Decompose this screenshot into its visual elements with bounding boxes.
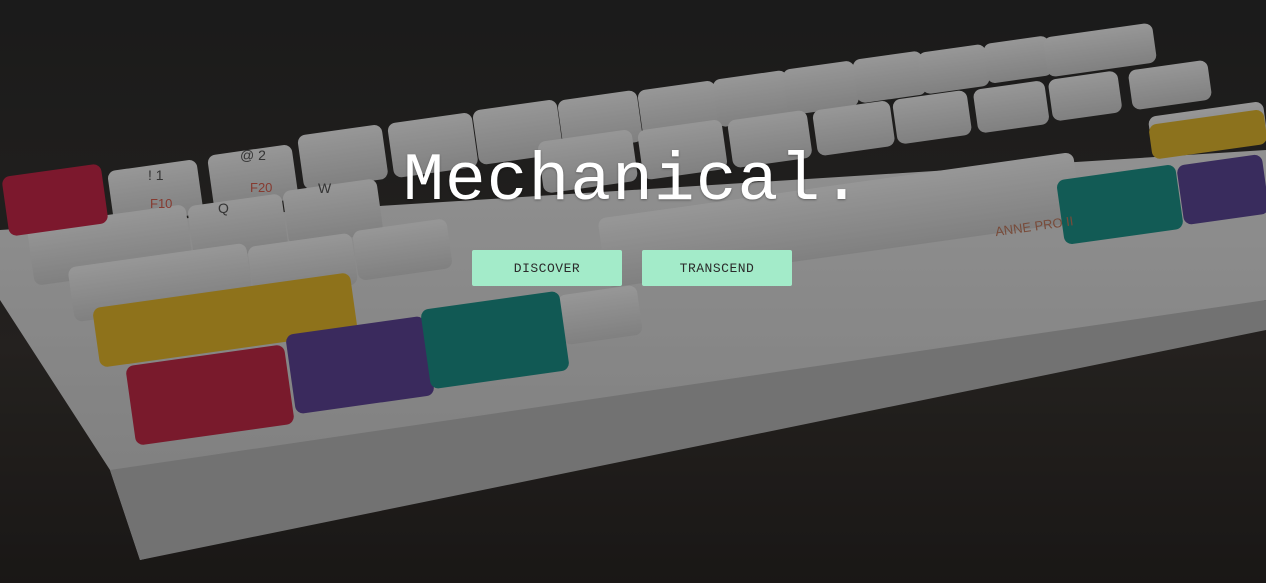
hero-section: F10 F20 ! 1 @ 2 W Q ANNE PRO II Mechanic…	[0, 0, 1266, 583]
discover-button[interactable]: DISCOVER	[472, 250, 622, 286]
hero-dark-overlay	[0, 0, 1266, 583]
hero-actions: DISCOVER TRANSCEND	[472, 250, 792, 286]
transcend-button[interactable]: TRANSCEND	[642, 250, 792, 286]
hero-title: Mechanical.	[403, 143, 863, 220]
